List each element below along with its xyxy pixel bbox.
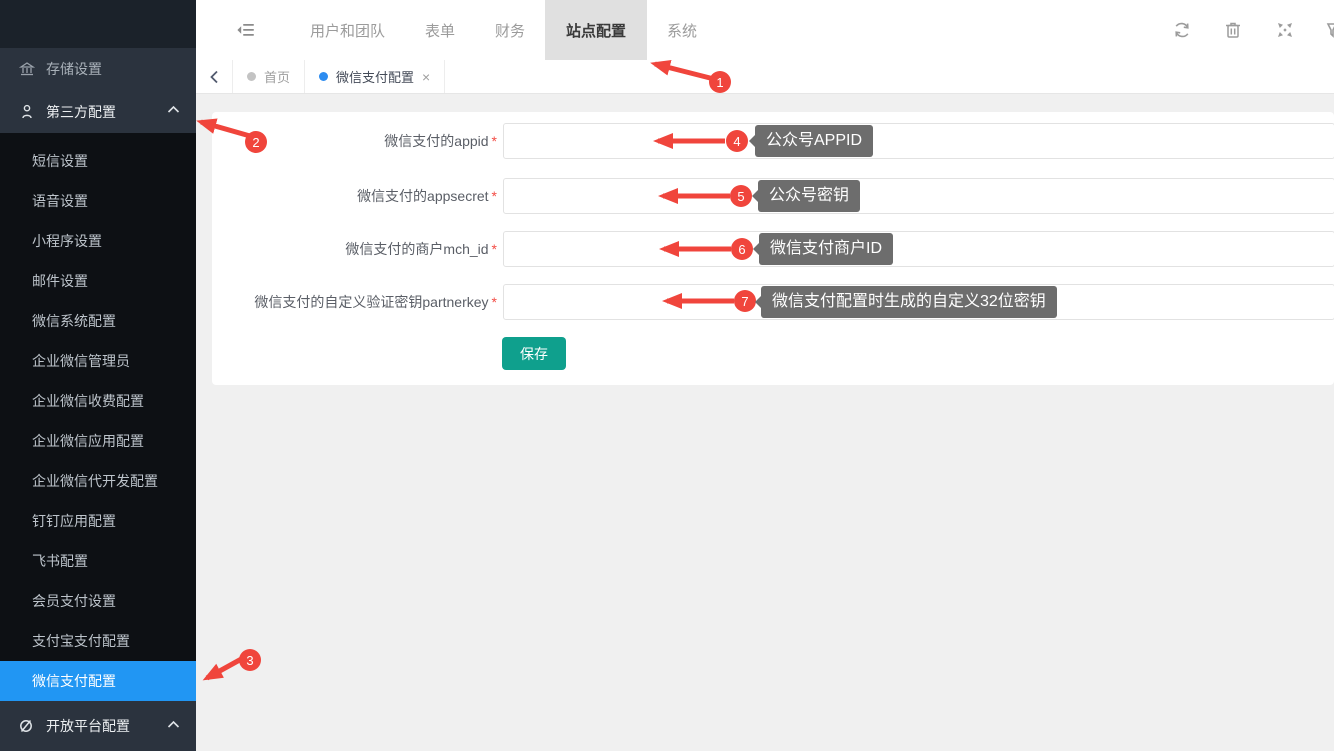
fullscreen-icon[interactable] xyxy=(1273,18,1297,42)
sidebar-section-storage[interactable]: 存储设置 xyxy=(0,48,196,90)
trash-icon[interactable] xyxy=(1221,18,1245,42)
sidebar-submenu: 短信设置 语音设置 小程序设置 邮件设置 微信系统配置 企业微信管理员 企业微信… xyxy=(0,133,196,701)
topnav-site-config[interactable]: 站点配置 xyxy=(545,0,647,60)
top-header: 用户和团队 表单 财务 站点配置 系统 xyxy=(196,0,1334,60)
clipped-edge-icon[interactable] xyxy=(1324,18,1334,42)
sidebar-item-wecom-fee[interactable]: 企业微信收费配置 xyxy=(0,381,196,421)
sidebar-item-wecom-app[interactable]: 企业微信应用配置 xyxy=(0,421,196,461)
field-label-appsecret: 微信支付的appsecret* xyxy=(212,178,497,214)
person-icon xyxy=(18,104,36,120)
refresh-icon[interactable] xyxy=(1170,18,1194,42)
field-label-mchid: 微信支付的商户mch_id* xyxy=(212,231,497,267)
topnav-finance[interactable]: 财务 xyxy=(478,0,542,60)
sidebar-section-third-party-label: 第三方配置 xyxy=(46,102,116,122)
sidebar-item-voice[interactable]: 语音设置 xyxy=(0,181,196,221)
tab-dot-icon xyxy=(319,72,328,81)
callout-2: 2 xyxy=(245,131,267,153)
bank-icon xyxy=(18,61,36,77)
topnav-users-teams[interactable]: 用户和团队 xyxy=(300,0,395,60)
tab-close-icon[interactable]: × xyxy=(422,70,430,84)
sidebar-section-open-platform[interactable]: 开放平台配置 xyxy=(0,701,196,751)
required-asterisk: * xyxy=(492,241,497,257)
appsecret-input[interactable] xyxy=(503,178,1334,214)
sidebar-item-member-pay[interactable]: 会员支付设置 xyxy=(0,581,196,621)
sidebar-section-third-party[interactable]: 第三方配置 xyxy=(0,90,196,133)
tab-home-label: 首页 xyxy=(264,67,290,86)
sidebar-item-mail[interactable]: 邮件设置 xyxy=(0,261,196,301)
sidebar-item-alipay[interactable]: 支付宝支付配置 xyxy=(0,621,196,661)
tab-strip: 首页 微信支付配置 × xyxy=(196,60,1334,94)
appid-input[interactable] xyxy=(503,123,1334,159)
tooltip-appsecret: 公众号密钥 xyxy=(758,180,860,212)
tab-dot-icon xyxy=(247,72,256,81)
topnav-forms[interactable]: 表单 xyxy=(408,0,472,60)
sidebar-section-open-platform-label: 开放平台配置 xyxy=(46,716,130,736)
required-asterisk: * xyxy=(492,188,497,204)
page-root: { "sidebar": { "storage": { "label": "存储… xyxy=(0,0,1334,751)
sidebar-item-wecom-dev[interactable]: 企业微信代开发配置 xyxy=(0,461,196,501)
tooltip-partnerkey: 微信支付配置时生成的自定义32位密钥 xyxy=(761,286,1057,318)
tooltip-appid: 公众号APPID xyxy=(755,125,873,157)
callout-1: 1 xyxy=(709,71,731,93)
chevron-up-icon xyxy=(167,720,180,729)
sidebar-item-wechat-system[interactable]: 微信系统配置 xyxy=(0,301,196,341)
sidebar-section-storage-label: 存储设置 xyxy=(46,59,102,79)
sidebar: 存储设置 第三方配置 短信设置 语音设置 小程序设置 邮件设置 微信系统配置 企… xyxy=(0,0,196,751)
callout-3: 3 xyxy=(239,649,261,671)
required-asterisk: * xyxy=(492,133,497,149)
sidebar-item-feishu[interactable]: 飞书配置 xyxy=(0,541,196,581)
sidebar-item-wecom-admin[interactable]: 企业微信管理员 xyxy=(0,341,196,381)
sidebar-top-block xyxy=(0,0,196,48)
tabs-back-button[interactable] xyxy=(196,60,233,93)
mchid-input[interactable] xyxy=(503,231,1334,267)
sidebar-item-miniprogram[interactable]: 小程序设置 xyxy=(0,221,196,261)
sidebar-item-sms[interactable]: 短信设置 xyxy=(0,141,196,181)
save-button[interactable]: 保存 xyxy=(502,337,566,370)
required-asterisk: * xyxy=(492,294,497,310)
tooltip-mchid: 微信支付商户ID xyxy=(759,233,893,265)
tab-wechat-pay-config[interactable]: 微信支付配置 × xyxy=(305,60,445,93)
chevron-up-icon xyxy=(167,105,180,114)
sidebar-item-dingtalk[interactable]: 钉钉应用配置 xyxy=(0,501,196,541)
field-label-partnerkey: 微信支付的自定义验证密钥partnerkey* xyxy=(212,284,497,320)
tab-home[interactable]: 首页 xyxy=(233,60,305,93)
sidebar-collapse-icon[interactable] xyxy=(234,18,260,42)
sidebar-item-wechat-pay-active[interactable]: 微信支付配置 xyxy=(0,661,196,701)
tab-wechat-pay-label: 微信支付配置 xyxy=(336,67,414,86)
open-platform-icon xyxy=(18,718,36,734)
topnav-system[interactable]: 系统 xyxy=(650,0,714,60)
